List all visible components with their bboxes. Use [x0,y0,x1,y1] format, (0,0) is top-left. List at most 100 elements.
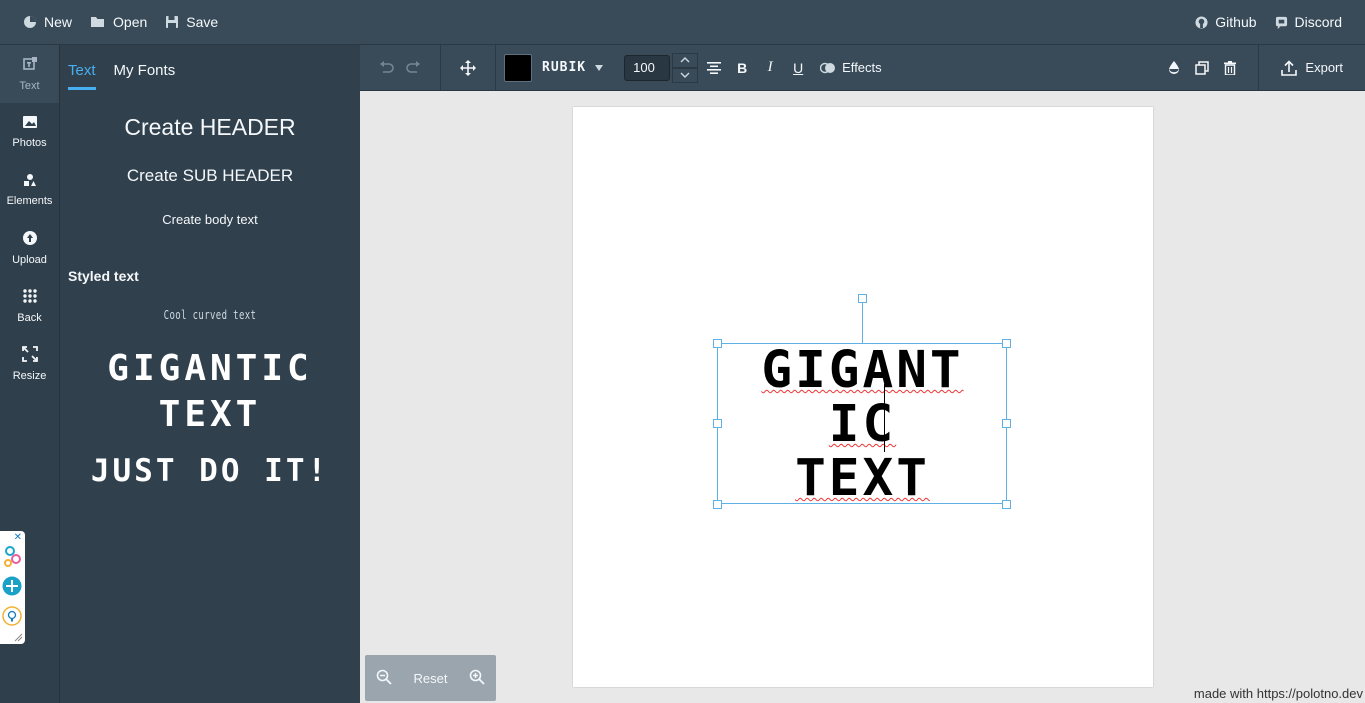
design-page[interactable]: GIGANT IC TEXT [573,107,1153,687]
tab-my-fonts[interactable]: My Fonts [114,62,176,90]
duplicate-icon [1195,60,1210,75]
editor-toolbar: RUBIK 100 B I U Effects Export [360,44,1365,91]
top-bar: New Open Save Github Discord [0,0,1365,45]
github-button[interactable]: Github [1186,7,1265,37]
export-button[interactable]: Export [1281,53,1343,83]
export-icon [1281,59,1298,76]
zoom-out-icon [376,669,392,685]
chevron-down-icon [680,72,690,78]
discord-icon [1275,16,1288,29]
rotation-line [862,302,863,343]
resize-handle-bottom-left[interactable] [713,500,722,509]
sidebar-label-upload: Upload [12,254,47,266]
resize-handle-middle-left[interactable] [713,419,722,428]
increase-size-button[interactable] [672,52,699,68]
sidebar-label-resize: Resize [12,370,47,382]
sidebar-item-resize[interactable]: Resize [0,335,59,393]
floppy-disk-icon [165,15,179,29]
ad-widget: ✕ [0,531,25,644]
font-family-select[interactable]: RUBIK [542,53,604,83]
credit-link[interactable]: made with https://polotno.dev [1194,686,1363,701]
workspace: GIGANT IC TEXT Reset made with https://p… [360,91,1365,703]
decrease-size-button[interactable] [672,67,699,83]
align-center-icon [707,61,722,74]
text-icon [22,56,38,75]
undo-button[interactable] [374,53,400,83]
align-center-button[interactable] [700,53,728,83]
zoom-controls: Reset [365,655,496,701]
sidebar-item-upload[interactable]: Upload [0,219,59,277]
styled-text-heading: Styled text [68,268,139,284]
grid-icon [22,288,38,307]
resize-handle-top-left[interactable] [713,339,722,348]
create-body-text-button[interactable]: Create body text [60,212,360,227]
ad-plus-icon [2,576,22,596]
sidebar-item-elements[interactable]: Elements [0,161,59,219]
sidebar-label-photos: Photos [12,137,47,149]
save-button[interactable]: Save [156,7,227,37]
zoom-out-button[interactable] [376,669,392,688]
create-subheader-button[interactable]: Create SUB HEADER [60,166,360,186]
effects-label: Effects [842,60,882,75]
caret-down-icon [595,64,604,71]
bold-button[interactable]: B [728,53,756,83]
discord-button[interactable]: Discord [1266,7,1351,37]
move-button[interactable] [441,53,495,83]
create-header-button[interactable]: Create HEADER [60,114,360,141]
sidebar-label-elements: Elements [6,195,53,207]
italic-icon: I [767,59,773,75]
effects-icon [820,62,836,73]
elements-icon [22,173,38,190]
new-doc-icon [23,15,37,29]
zoom-reset-button[interactable]: Reset [414,671,448,686]
rotate-handle[interactable] [858,294,867,303]
toolbar-divider [1258,44,1260,91]
resize-grip-icon [14,633,23,642]
resize-icon [21,346,38,365]
toolbar-right-group: Export [1160,44,1365,91]
photos-icon [22,115,38,132]
effects-button[interactable]: Effects [820,53,882,83]
ad-logo-icon [4,546,21,567]
export-label: Export [1305,60,1343,75]
styled-text-gigantic[interactable]: GIGANTIC TEXT [60,346,360,438]
toolbar-divider [495,44,496,91]
resize-handle-bottom-right[interactable] [1002,500,1011,509]
sidebar-item-text[interactable]: Text [0,45,59,103]
close-icon[interactable]: ✕ [14,532,22,543]
folder-open-icon [90,15,106,29]
sidebar-item-photos[interactable]: Photos [0,103,59,161]
font-size-control: 100 [624,52,699,83]
sidebar-label-back: Back [17,312,42,324]
zoom-in-button[interactable] [469,669,485,688]
font-size-input[interactable]: 100 [624,54,671,81]
underline-button[interactable]: U [784,53,812,83]
bold-icon: B [737,59,748,76]
redo-button[interactable] [400,53,426,83]
move-icon [460,59,476,76]
italic-button[interactable]: I [756,53,784,83]
undo-icon [380,60,394,73]
resize-handle-middle-right[interactable] [1002,419,1011,428]
opacity-button[interactable] [1160,53,1188,83]
resize-handle-top-right[interactable] [1002,339,1011,348]
underline-icon: U [793,59,804,76]
color-swatch [504,53,532,82]
tab-text[interactable]: Text [68,62,96,90]
chevron-up-icon [680,57,690,63]
duplicate-button[interactable] [1188,53,1216,83]
opacity-icon [1169,61,1180,74]
open-label: Open [113,14,148,30]
upload-icon [22,230,38,249]
new-button[interactable]: New [14,7,81,37]
trash-icon [1224,60,1237,75]
delete-button[interactable] [1216,53,1244,83]
styled-text-curved[interactable]: Cool curved text [98,308,323,322]
selection-box [717,343,1007,504]
save-label: Save [186,14,219,30]
sidebar-item-back[interactable]: Back [0,277,59,335]
styled-text-just-do-it[interactable]: JUST DO IT! [60,456,360,487]
text-color-picker[interactable] [504,53,532,83]
font-name: RUBIK [542,60,587,75]
open-button[interactable]: Open [81,7,156,37]
